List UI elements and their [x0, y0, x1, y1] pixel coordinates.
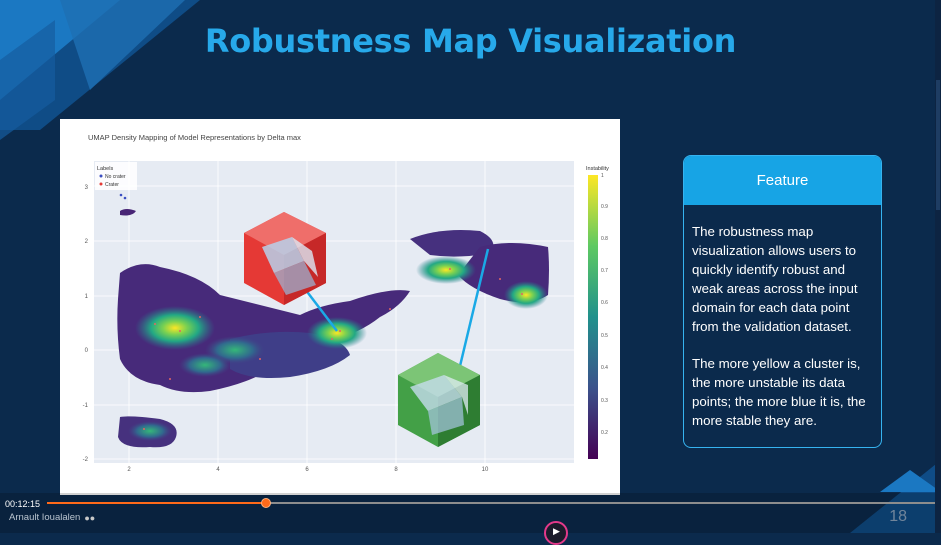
progress-bar[interactable]	[47, 498, 941, 508]
colorbar: Instability 1 0.9 0.8 0.7 0.6 0.5 0.4 0.…	[586, 166, 609, 459]
slide: Robustness Map Visualization UMAP Densit…	[0, 0, 941, 533]
x-tick: 10	[482, 467, 489, 473]
umap-figure: UMAP Density Mapping of Model Representa…	[60, 119, 620, 495]
legend-title: Labels	[97, 166, 113, 172]
presenter-label: Arnault Ioualalen ●●	[9, 512, 95, 523]
colorbar-tick: 0.6	[601, 300, 608, 306]
video-player-bar	[0, 493, 941, 533]
colorbar-tick: 0.4	[601, 365, 608, 371]
feature-panel: Feature The robustness map visualization…	[683, 155, 882, 448]
figure-title: UMAP Density Mapping of Model Representa…	[88, 133, 301, 142]
x-tick: 6	[305, 467, 309, 473]
feature-paragraph: The more yellow a cluster is, the more u…	[692, 356, 866, 428]
y-tick: 1	[85, 294, 89, 300]
progress-fill	[47, 502, 267, 504]
colorbar-tick: 0.3	[601, 398, 608, 404]
colorbar-tick: 0.8	[601, 236, 608, 242]
x-tick: 8	[394, 467, 398, 473]
feature-body: The robustness map visualization allows …	[684, 205, 881, 430]
colorbar-tick: 0.2	[601, 430, 608, 436]
y-tick: 2	[85, 239, 89, 245]
colorbar-tick: 1	[601, 173, 604, 179]
scrollbar[interactable]	[935, 0, 941, 533]
y-tick: -1	[83, 403, 89, 409]
colorbar-tick: 0.7	[601, 268, 608, 274]
presenter-name: Arnault Ioualalen	[9, 512, 81, 523]
progress-thumb[interactable]	[261, 498, 272, 508]
y-tick: -2	[83, 457, 89, 463]
feature-paragraph: The robustness map visualization allows …	[692, 224, 858, 334]
legend-item-crater: Crater	[105, 182, 119, 188]
slide-title: Robustness Map Visualization	[204, 22, 737, 60]
legend-item-no-crater: No crater	[105, 174, 126, 180]
people-icon: ●●	[84, 512, 96, 523]
scrollbar-thumb[interactable]	[936, 80, 940, 210]
colorbar-tick: 0.5	[601, 333, 608, 339]
feature-header: Feature	[684, 156, 881, 205]
legend: Labels No crater Crater	[95, 162, 137, 190]
x-tick: 4	[216, 467, 220, 473]
play-icon: ▶	[553, 527, 560, 537]
colorbar-title: Instability	[586, 166, 609, 172]
y-tick: 3	[85, 185, 89, 191]
timecode: 00:12:15	[5, 499, 41, 509]
play-button[interactable]: ▶	[544, 521, 568, 545]
x-tick: 2	[127, 467, 131, 473]
colorbar-tick: 0.9	[601, 204, 608, 210]
y-tick: 0	[85, 348, 89, 354]
